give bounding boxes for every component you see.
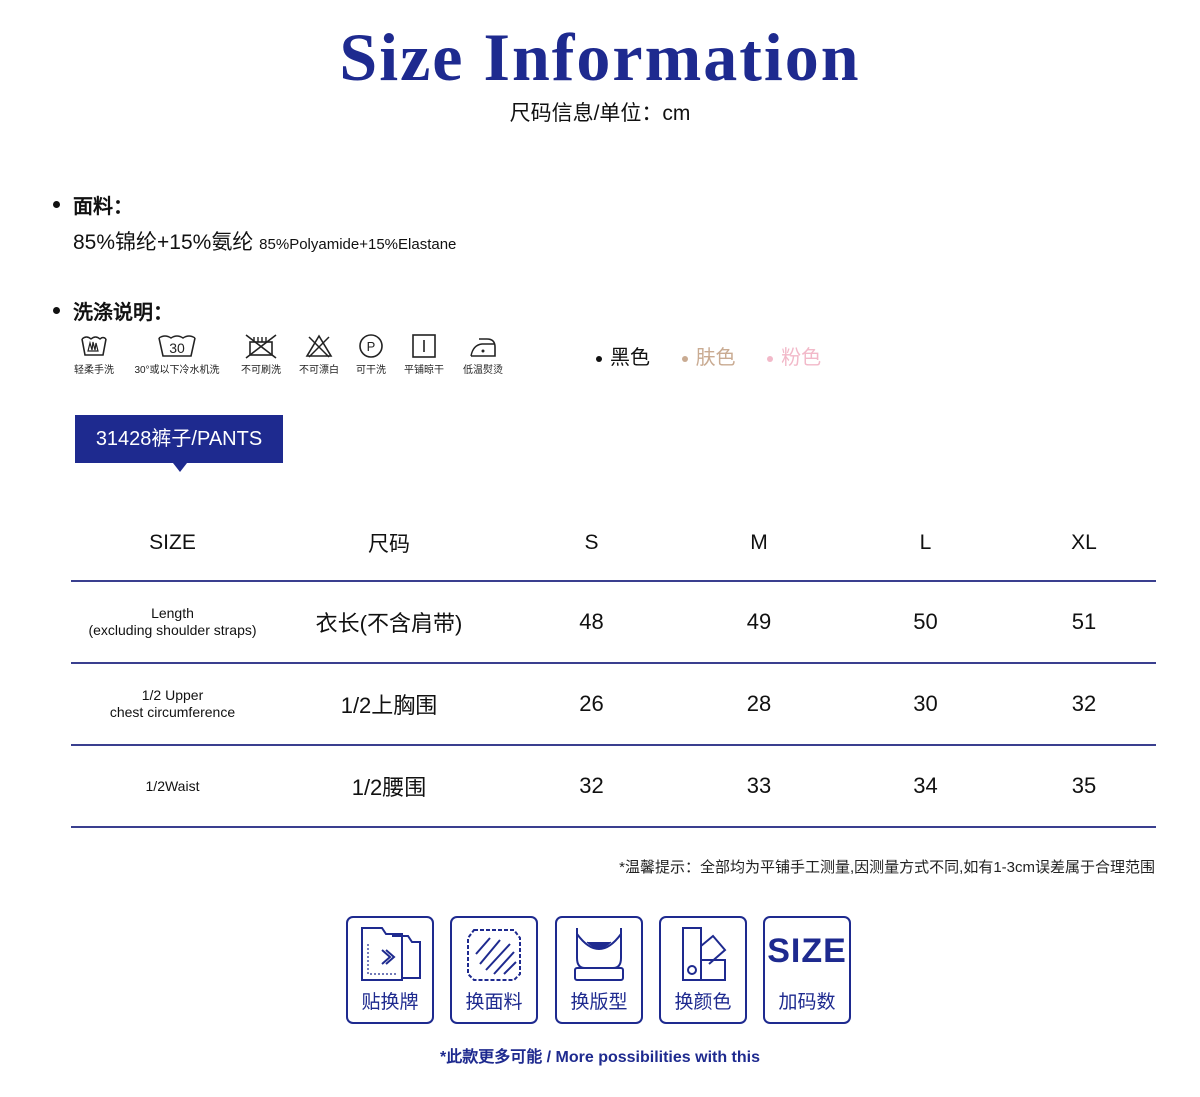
measure-en-line: chest circumference — [109, 704, 236, 720]
bullet-dot — [53, 201, 60, 208]
color-dot — [596, 355, 602, 362]
feature-label: 加码数 — [778, 992, 836, 1013]
measure-en: 1/2Waist — [71, 745, 274, 828]
table-cell: 28 — [679, 663, 839, 746]
feature-fabric-swap: 换面料 — [450, 916, 538, 1024]
measure-en-line: Length — [151, 605, 194, 621]
color-name: 黑色 — [610, 347, 650, 369]
feature-size-add: SIZE 加码数 — [763, 916, 851, 1024]
page-subtitle: 尺码信息/单位：cm — [509, 102, 691, 125]
color-option-nude: 肤色 — [681, 341, 736, 370]
measure-en-line: (excluding shoulder straps) — [88, 622, 257, 638]
low-iron-icon — [470, 338, 496, 357]
bullet-dot — [53, 307, 60, 314]
tag-pointer — [173, 463, 187, 472]
fabric-en: 85%Polyamide+15%Elastane — [259, 236, 457, 253]
product-tag: 31428裤子/PANTS — [75, 415, 283, 463]
care-item-label: 不可漂白 — [299, 365, 339, 376]
color-option-black: 黑色 — [596, 341, 650, 370]
fabric-label: 面料： — [73, 196, 133, 218]
feature-label-swap: 贴换牌 — [346, 916, 434, 1024]
feature-label: 换版型 — [570, 992, 628, 1013]
label-swap-icon — [361, 927, 421, 981]
table-row: 1/2 Upper chest circumference 1/2上胸围 26 2… — [71, 663, 1156, 746]
care-item-no-bleach: 不可漂白 — [296, 333, 342, 376]
dry-clean-letter: P — [367, 339, 376, 354]
table-cell: 32 — [504, 745, 679, 828]
care-item-dry-clean: P 可干洗 — [352, 333, 390, 376]
table-header: L — [839, 505, 1012, 582]
care-item-label: 平铺晾干 — [404, 365, 444, 376]
no-brush-icon — [245, 334, 277, 359]
table-cell: 49 — [679, 581, 839, 664]
feature-label: 换面料 — [465, 992, 523, 1013]
color-option-pink: 粉色 — [767, 341, 821, 370]
color-dot — [681, 355, 688, 362]
fabric-cn: 85%锦纶+15%氨纶 — [73, 231, 254, 254]
care-item-no-brush: 不可刷洗 — [238, 333, 284, 376]
footer-note: *此款更多可能 / More possibilities with this — [439, 1049, 761, 1066]
table-header: S — [504, 505, 679, 582]
color-dot — [767, 355, 774, 362]
fabric-composition: 85%锦纶+15%氨纶 85%Polyamide+15%Elastane — [73, 226, 456, 256]
dry-clean-icon: P — [359, 334, 383, 358]
machine-wash-30-icon: 30 — [158, 335, 196, 357]
hand-wash-icon — [81, 336, 107, 356]
table-cell: 32 — [1012, 663, 1156, 746]
measure-cn: 1/2上胸围 — [274, 663, 504, 746]
table-cell: 30 — [839, 663, 1012, 746]
table-row: Length (excluding shoulder straps) 衣长(不含肩… — [71, 581, 1156, 664]
color-options: 黑色 肤色 粉色 — [596, 341, 847, 370]
wash-temp-text: 30 — [169, 340, 185, 356]
pattern-swap-icon — [574, 928, 624, 981]
size-table: SIZE 尺码 S M L XL Length (excluding should… — [71, 505, 1156, 828]
size-text-icon: SIZE — [767, 932, 847, 970]
care-item-label: 低温熨烫 — [463, 365, 503, 376]
measurement-note: *温馨提示：全部均为平铺手工测量,因测量方式不同,如有1-3cm误差属于合理范围 — [619, 859, 1155, 876]
measure-en-line: 1/2 Upper — [141, 687, 204, 703]
table-cell: 35 — [1012, 745, 1156, 828]
table-header-row: SIZE 尺码 S M L XL — [71, 505, 1156, 582]
measure-cn: 1/2腰围 — [274, 745, 504, 828]
feature-label: 贴换牌 — [361, 992, 419, 1013]
care-item-machine-wash: 30 30°或以下冷水机洗 — [127, 333, 227, 376]
care-item-label: 可干洗 — [356, 365, 386, 376]
table-cell: 26 — [504, 663, 679, 746]
flat-dry-icon — [412, 334, 436, 358]
color-name: 粉色 — [781, 347, 822, 369]
feature-label: 换颜色 — [674, 992, 732, 1013]
care-item-label: 不可刷洗 — [241, 365, 281, 376]
measure-en: 1/2 Upper chest circumference — [71, 663, 274, 746]
feature-color-swap: 换颜色 — [659, 916, 747, 1024]
table-header: 尺码 — [274, 505, 504, 582]
measure-cn: 衣长(不含肩带) — [274, 581, 504, 664]
feature-pattern-swap: 换版型 — [555, 916, 643, 1024]
table-row: 1/2Waist 1/2腰围 32 33 34 35 — [71, 745, 1156, 828]
care-item-flat-dry: 平铺晾干 — [400, 333, 448, 376]
table-cell: 51 — [1012, 581, 1156, 664]
color-swap-icon — [682, 927, 727, 981]
page-title: Size Information — [339, 19, 861, 95]
care-label: 洗涤说明： — [73, 302, 173, 324]
care-item-hand-wash: 轻柔手洗 — [70, 333, 118, 376]
color-name: 肤色 — [695, 347, 736, 369]
measure-en: Length (excluding shoulder straps) — [71, 581, 274, 664]
care-item-low-iron: 低温熨烫 — [459, 333, 507, 376]
no-bleach-icon — [305, 334, 333, 358]
care-item-label: 轻柔手洗 — [74, 365, 114, 376]
table-cell: 33 — [679, 745, 839, 828]
table-cell: 50 — [839, 581, 1012, 664]
fabric-swap-icon — [467, 929, 521, 981]
table-header: XL — [1012, 505, 1156, 582]
table-header: SIZE — [71, 505, 274, 582]
table-cell: 34 — [839, 745, 1012, 828]
table-cell: 48 — [504, 581, 679, 664]
table-header: M — [679, 505, 839, 582]
care-item-label: 30°或以下冷水机洗 — [134, 365, 220, 376]
